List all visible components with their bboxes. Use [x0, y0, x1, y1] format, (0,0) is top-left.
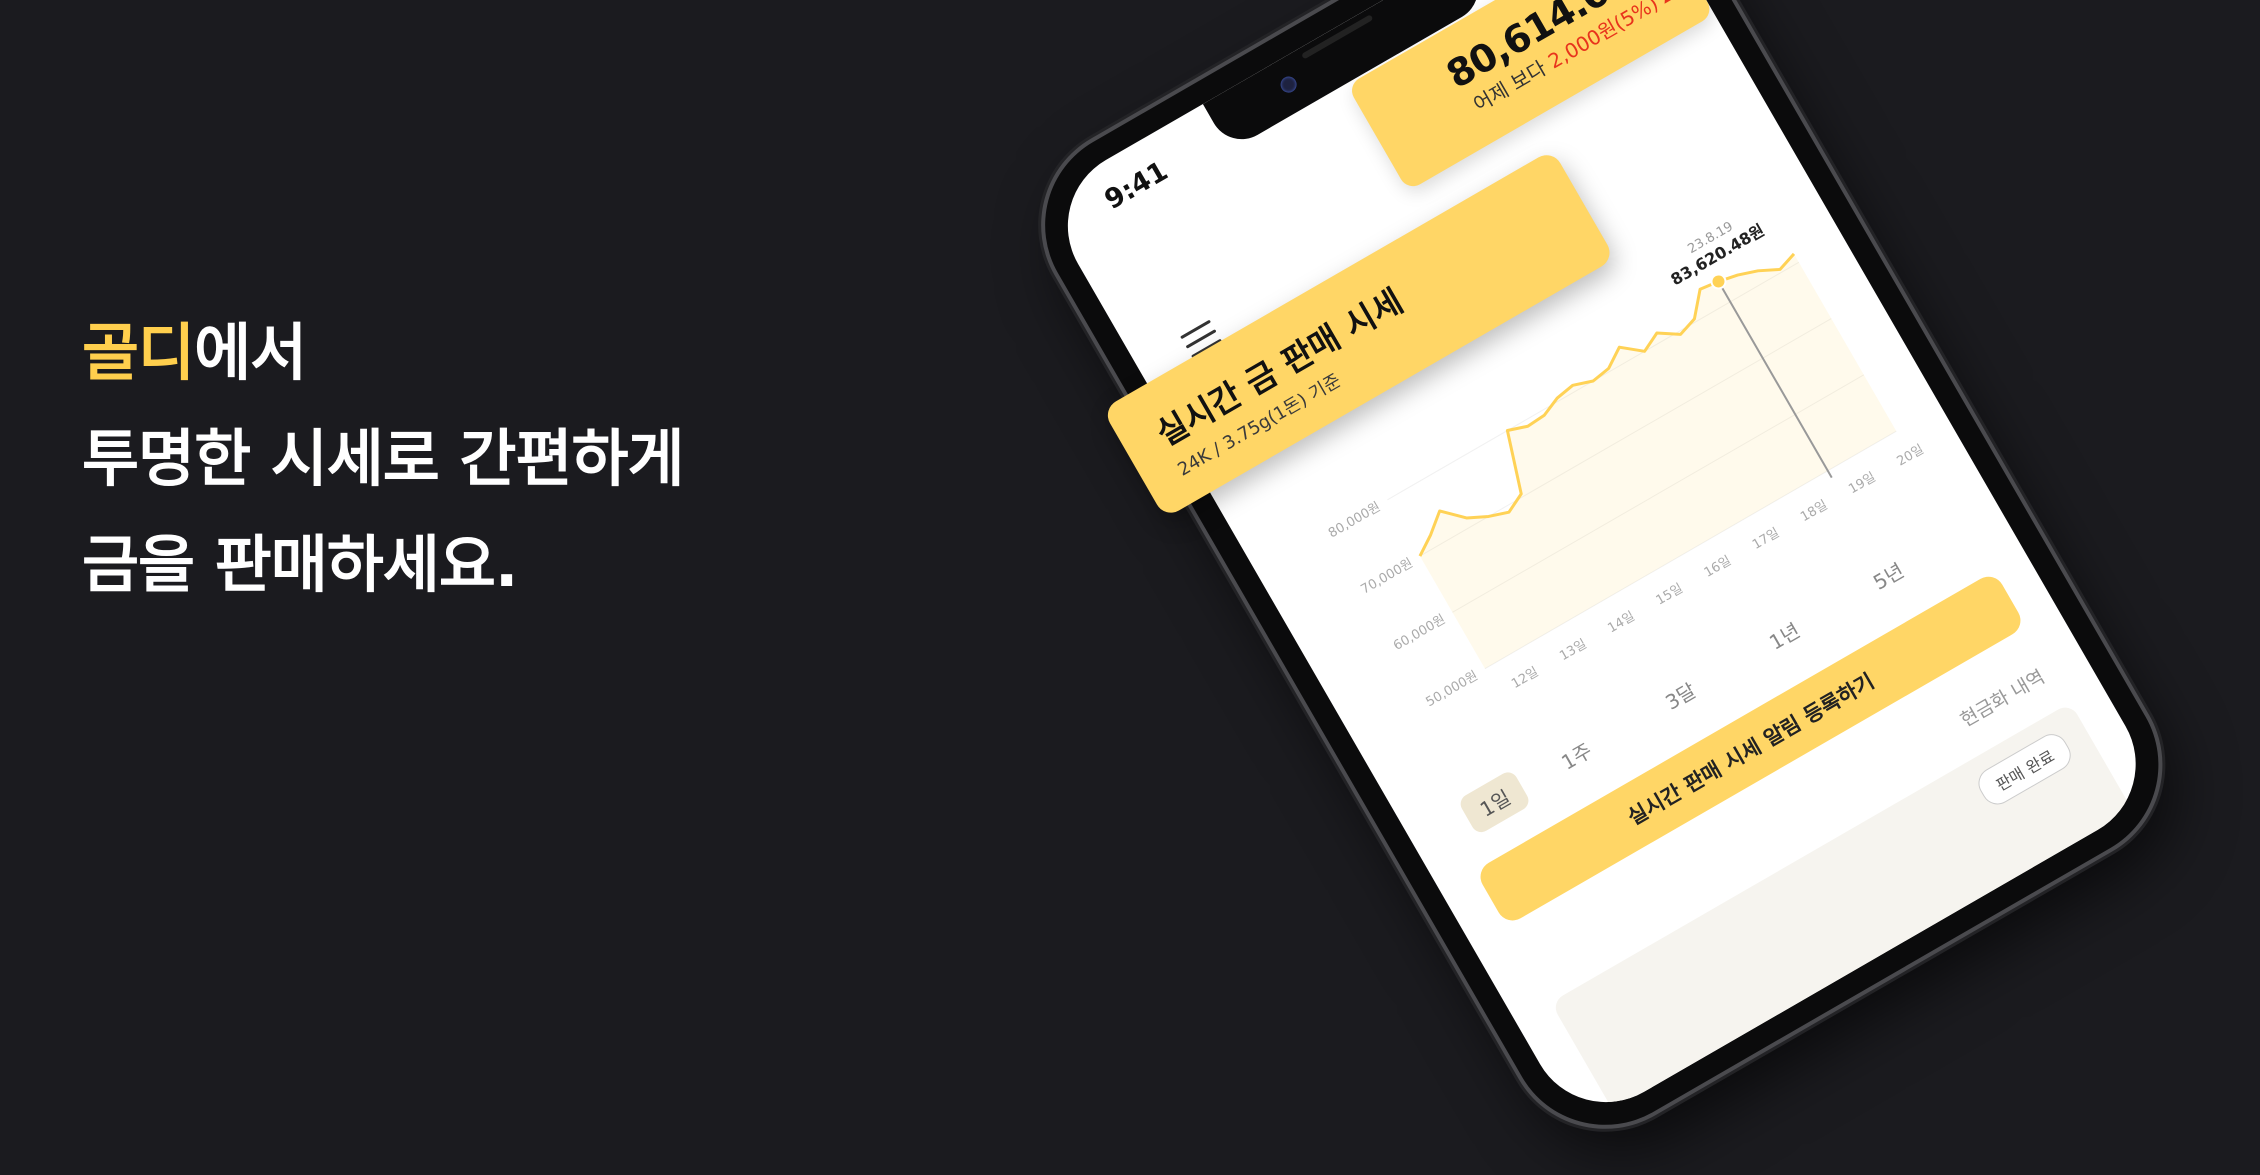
period-tab[interactable]: 3달 [1659, 675, 1700, 716]
hero-copy: 골디에서 투명한 시세로 간편하게 금을 판매하세요. [82, 322, 685, 640]
up-arrow-icon [1658, 0, 1679, 4]
x-tick-label: 14일 [1605, 609, 1637, 636]
x-tick-label: 17일 [1750, 526, 1782, 553]
y-tick-label: 70,000원 [1359, 556, 1416, 598]
x-tick-label: 18일 [1798, 498, 1830, 525]
period-tab[interactable]: 5년 [1867, 555, 1908, 596]
hero-line-1-rest: 에서 [194, 316, 307, 389]
x-tick-label: 13일 [1557, 637, 1589, 664]
x-tick-label: 12일 [1509, 665, 1541, 692]
hero-line-1: 골디에서 [82, 322, 684, 384]
phone-mockup: 9:41 80,614.06원 어제 보다 2,000원(5%) 50,000원… [1010, 0, 2194, 1160]
sale-complete-button[interactable]: 판매 완료 [1972, 728, 2077, 811]
phone-frame: 9:41 80,614.06원 어제 보다 2,000원(5%) 50,000원… [1010, 0, 2194, 1160]
x-tick-label: 15일 [1654, 581, 1686, 608]
hero-line-2: 투명한 시세로 간편하게 [82, 422, 685, 495]
x-tick-label: 16일 [1702, 553, 1734, 580]
y-tick-label: 60,000원 [1391, 612, 1448, 654]
period-tab[interactable]: 1일 [1457, 768, 1533, 836]
phone-screen: 9:41 80,614.06원 어제 보다 2,000원(5%) 50,000원… [1040, 0, 2164, 1130]
speaker [1301, 14, 1374, 60]
y-tick-label: 80,000원 [1326, 500, 1383, 542]
period-tab[interactable]: 1주 [1555, 735, 1596, 776]
period-tab[interactable]: 1년 [1763, 615, 1804, 656]
x-tick-label: 20일 [1894, 442, 1926, 469]
hero-line-3: 금을 판매하세요. [82, 528, 518, 601]
y-tick-label: 50,000원 [1424, 668, 1481, 710]
x-tick-label: 19일 [1846, 470, 1878, 497]
camera-icon [1277, 73, 1300, 96]
brand-name: 골디 [82, 316, 195, 389]
status-time: 9:41 [1099, 155, 1174, 216]
